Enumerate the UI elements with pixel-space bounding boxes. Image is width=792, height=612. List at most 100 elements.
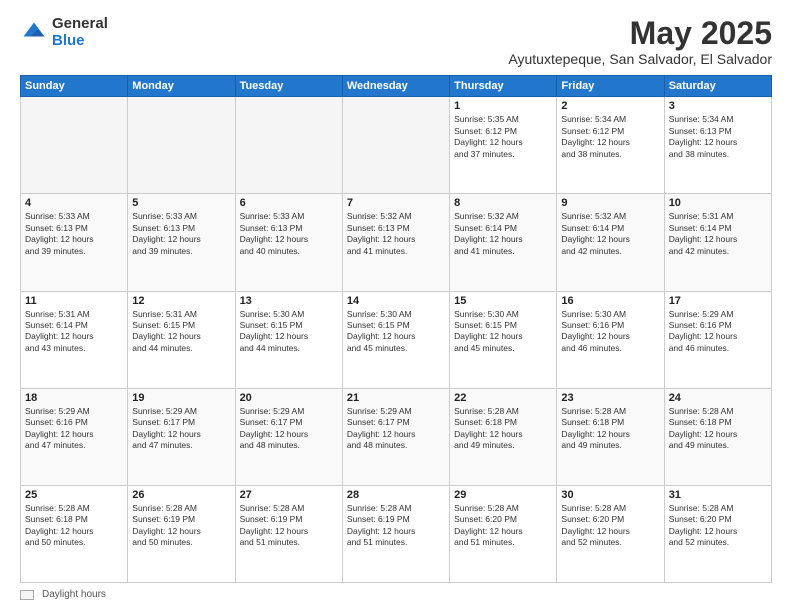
day-info: Sunrise: 5:28 AM Sunset: 6:20 PM Dayligh… [669,503,767,549]
day-number: 17 [669,295,767,307]
calendar-cell: 4Sunrise: 5:33 AM Sunset: 6:13 PM Daylig… [21,194,128,291]
day-number: 7 [347,197,445,209]
day-info: Sunrise: 5:34 AM Sunset: 6:12 PM Dayligh… [561,114,659,160]
calendar-cell: 26Sunrise: 5:28 AM Sunset: 6:19 PM Dayli… [128,485,235,582]
calendar-cell: 11Sunrise: 5:31 AM Sunset: 6:14 PM Dayli… [21,291,128,388]
calendar-week-2: 11Sunrise: 5:31 AM Sunset: 6:14 PM Dayli… [21,291,772,388]
day-info: Sunrise: 5:33 AM Sunset: 6:13 PM Dayligh… [132,211,230,257]
header-friday: Friday [557,76,664,97]
calendar-cell [235,97,342,194]
day-number: 27 [240,489,338,501]
day-number: 10 [669,197,767,209]
day-info: Sunrise: 5:29 AM Sunset: 6:16 PM Dayligh… [25,406,123,452]
logo-blue-label: Blue [52,33,108,50]
calendar-cell: 31Sunrise: 5:28 AM Sunset: 6:20 PM Dayli… [664,485,771,582]
calendar-cell [21,97,128,194]
day-number: 22 [454,392,552,404]
calendar-cell: 10Sunrise: 5:31 AM Sunset: 6:14 PM Dayli… [664,194,771,291]
calendar-cell: 12 Sunrise: 5:31 AM Sunset: 6:15 PM Dayli… [128,291,235,388]
calendar-cell: 21 Sunrise: 5:29 AM Sunset: 6:17 PM Dayli… [342,388,449,485]
calendar-week-0: 1Sunrise: 5:35 AM Sunset: 6:12 PM Daylig… [21,97,772,194]
calendar-cell: 19 Sunrise: 5:29 AM Sunset: 6:17 PM Dayli… [128,388,235,485]
day-info: Sunrise: 5:28 AM Sunset: 6:20 PM Dayligh… [454,503,552,549]
calendar-cell [128,97,235,194]
day-number: 1 [454,100,552,112]
day-number: 16 [561,295,659,307]
day-info: Sunrise: 5:28 AM Sunset: 6:18 PM Dayligh… [25,503,123,549]
day-number: 25 [25,489,123,501]
calendar-cell: 6 Sunrise: 5:33 AM Sunset: 6:13 PM Daylig… [235,194,342,291]
calendar-cell: 25 Sunrise: 5:28 AM Sunset: 6:18 PM Dayli… [21,485,128,582]
calendar-cell: 17 Sunrise: 5:29 AM Sunset: 6:16 PM Dayli… [664,291,771,388]
day-info: Sunrise: 5:28 AM Sunset: 6:18 PM Dayligh… [669,406,767,452]
logo: General Blue [20,16,108,49]
month-title: May 2025 [508,16,772,51]
calendar-cell: 8Sunrise: 5:32 AM Sunset: 6:14 PM Daylig… [450,194,557,291]
calendar-cell: 22Sunrise: 5:28 AM Sunset: 6:18 PM Dayli… [450,388,557,485]
day-info: Sunrise: 5:28 AM Sunset: 6:20 PM Dayligh… [561,503,659,549]
header-thursday: Thursday [450,76,557,97]
day-number: 5 [132,197,230,209]
calendar-cell: 30Sunrise: 5:28 AM Sunset: 6:20 PM Dayli… [557,485,664,582]
header-wednesday: Wednesday [342,76,449,97]
daylight-box-icon [20,590,34,600]
header: General Blue May 2025 Ayutuxtepeque, San… [20,16,772,67]
day-info: Sunrise: 5:31 AM Sunset: 6:15 PM Dayligh… [132,309,230,355]
calendar-cell [342,97,449,194]
calendar-cell: 20Sunrise: 5:29 AM Sunset: 6:17 PM Dayli… [235,388,342,485]
day-number: 13 [240,295,338,307]
calendar-cell: 27Sunrise: 5:28 AM Sunset: 6:19 PM Dayli… [235,485,342,582]
day-number: 24 [669,392,767,404]
day-info: Sunrise: 5:33 AM Sunset: 6:13 PM Dayligh… [240,211,338,257]
calendar-cell: 13 Sunrise: 5:30 AM Sunset: 6:15 PM Dayli… [235,291,342,388]
day-number: 9 [561,197,659,209]
calendar-cell: 18 Sunrise: 5:29 AM Sunset: 6:16 PM Dayli… [21,388,128,485]
day-info: Sunrise: 5:34 AM Sunset: 6:13 PM Dayligh… [669,114,767,160]
day-number: 18 [25,392,123,404]
day-info: Sunrise: 5:33 AM Sunset: 6:13 PM Dayligh… [25,211,123,257]
day-number: 20 [240,392,338,404]
title-block: May 2025 Ayutuxtepeque, San Salvador, El… [508,16,772,67]
header-sunday: Sunday [21,76,128,97]
calendar-week-1: 4Sunrise: 5:33 AM Sunset: 6:13 PM Daylig… [21,194,772,291]
day-info: Sunrise: 5:30 AM Sunset: 6:16 PM Dayligh… [561,309,659,355]
day-number: 15 [454,295,552,307]
day-number: 6 [240,197,338,209]
logo-text: General Blue [52,16,108,49]
day-number: 12 [132,295,230,307]
calendar-cell: 9 Sunrise: 5:32 AM Sunset: 6:14 PM Daylig… [557,194,664,291]
day-number: 2 [561,100,659,112]
day-number: 21 [347,392,445,404]
day-info: Sunrise: 5:29 AM Sunset: 6:16 PM Dayligh… [669,309,767,355]
day-number: 26 [132,489,230,501]
calendar-cell: 1Sunrise: 5:35 AM Sunset: 6:12 PM Daylig… [450,97,557,194]
day-number: 14 [347,295,445,307]
day-info: Sunrise: 5:32 AM Sunset: 6:14 PM Dayligh… [561,211,659,257]
header-tuesday: Tuesday [235,76,342,97]
page: General Blue May 2025 Ayutuxtepeque, San… [0,0,792,612]
day-info: Sunrise: 5:30 AM Sunset: 6:15 PM Dayligh… [240,309,338,355]
day-number: 11 [25,295,123,307]
header-saturday: Saturday [664,76,771,97]
calendar-cell: 24 Sunrise: 5:28 AM Sunset: 6:18 PM Dayli… [664,388,771,485]
weekday-header-row: Sunday Monday Tuesday Wednesday Thursday… [21,76,772,97]
day-number: 19 [132,392,230,404]
calendar-week-3: 18 Sunrise: 5:29 AM Sunset: 6:16 PM Dayli… [21,388,772,485]
day-info: Sunrise: 5:29 AM Sunset: 6:17 PM Dayligh… [347,406,445,452]
calendar-cell: 7Sunrise: 5:32 AM Sunset: 6:13 PM Daylig… [342,194,449,291]
footer: Daylight hours [20,589,772,600]
calendar-cell: 3 Sunrise: 5:34 AM Sunset: 6:13 PM Daylig… [664,97,771,194]
day-info: Sunrise: 5:30 AM Sunset: 6:15 PM Dayligh… [347,309,445,355]
calendar-cell: 2 Sunrise: 5:34 AM Sunset: 6:12 PM Daylig… [557,97,664,194]
logo-general-label: General [52,16,108,33]
day-info: Sunrise: 5:28 AM Sunset: 6:18 PM Dayligh… [561,406,659,452]
day-number: 3 [669,100,767,112]
daylight-label: Daylight hours [42,589,106,600]
calendar-cell: 16 Sunrise: 5:30 AM Sunset: 6:16 PM Dayli… [557,291,664,388]
logo-icon [20,19,48,47]
day-number: 29 [454,489,552,501]
day-info: Sunrise: 5:29 AM Sunset: 6:17 PM Dayligh… [132,406,230,452]
calendar-cell: 15 Sunrise: 5:30 AM Sunset: 6:15 PM Dayli… [450,291,557,388]
calendar-cell: 29 Sunrise: 5:28 AM Sunset: 6:20 PM Dayli… [450,485,557,582]
day-info: Sunrise: 5:30 AM Sunset: 6:15 PM Dayligh… [454,309,552,355]
